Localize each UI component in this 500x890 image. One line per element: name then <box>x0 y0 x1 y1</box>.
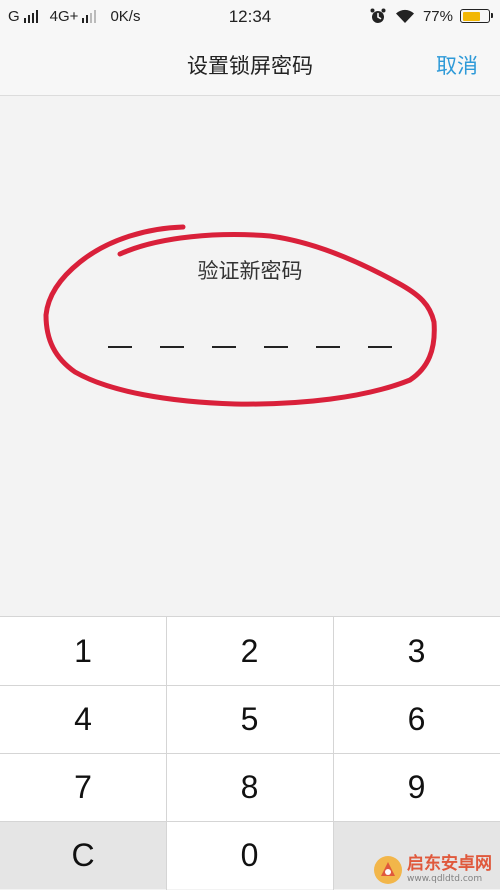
pin-slot <box>264 346 288 348</box>
watermark-logo-icon <box>374 856 402 884</box>
key-7[interactable]: 7 <box>0 753 166 821</box>
key-6[interactable]: 6 <box>333 685 500 753</box>
key-1[interactable]: 1 <box>0 617 166 685</box>
wifi-icon <box>395 9 414 23</box>
key-3[interactable]: 3 <box>333 617 500 685</box>
keypad-divider <box>166 617 167 890</box>
key-5[interactable]: 5 <box>166 685 333 753</box>
pin-slot <box>108 346 132 348</box>
key-0[interactable]: 0 <box>166 821 333 889</box>
pin-slot <box>160 346 184 348</box>
keypad-divider <box>333 617 334 890</box>
status-bar: G 4G+ 0K/s 12:34 77% <box>0 0 500 34</box>
key-8[interactable]: 8 <box>166 753 333 821</box>
battery-level <box>462 11 481 21</box>
watermark: 启东安卓网 www.qdldtd.com <box>373 855 492 885</box>
cancel-button[interactable]: 取消 <box>436 50 478 80</box>
pin-slot <box>212 346 236 348</box>
pin-slot <box>316 346 340 348</box>
page-title: 设置锁屏密码 <box>187 54 313 78</box>
watermark-url: www.qdldtd.com <box>407 874 483 884</box>
alarm-icon <box>370 8 386 23</box>
keypad-divider <box>0 753 500 754</box>
key-2[interactable]: 2 <box>166 617 333 685</box>
key-4[interactable]: 4 <box>0 685 166 753</box>
verify-prompt: 验证新密码 <box>197 259 303 283</box>
key-clear[interactable]: C <box>0 821 166 889</box>
pin-slot <box>368 346 392 348</box>
key-9[interactable]: 9 <box>333 753 500 821</box>
battery-percent: 77% <box>422 7 453 25</box>
battery-icon <box>460 9 493 23</box>
nav-bar: 设置锁屏密码 取消 <box>0 34 500 96</box>
keypad-divider <box>0 685 500 686</box>
pin-indicator <box>108 346 392 350</box>
keypad-divider <box>0 821 500 822</box>
numeric-keypad: 123 456 789 C0 <box>0 616 500 890</box>
watermark-name: 启东安卓网 <box>407 854 492 874</box>
status-right: 77% <box>369 7 493 25</box>
